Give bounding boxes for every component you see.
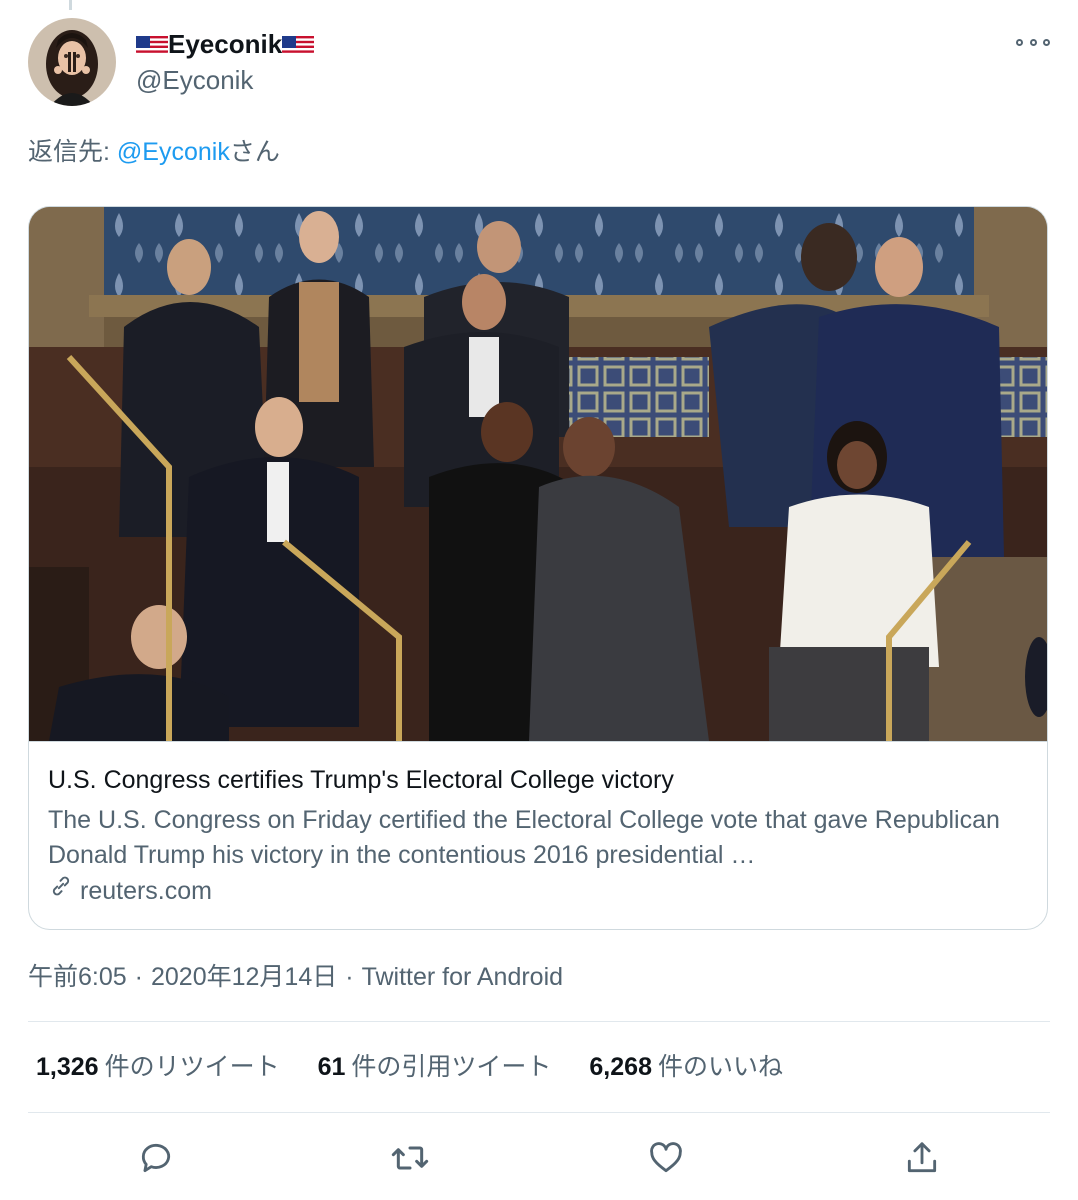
card-description: The U.S. Congress on Friday certified th… xyxy=(48,806,1000,869)
user-handle[interactable]: @Eyconik xyxy=(136,64,314,96)
separator: · xyxy=(134,963,143,991)
display-name[interactable]: Eyeconik xyxy=(168,28,282,60)
us-flag-icon xyxy=(136,33,168,55)
us-flag-icon xyxy=(282,33,315,55)
card-domain-row: reuters.com xyxy=(48,873,1028,908)
likes-stat[interactable]: 6,268 件のいいね xyxy=(589,1050,783,1084)
divider xyxy=(28,1112,1050,1113)
reply-suffix: さん xyxy=(229,138,280,166)
more-options-icon[interactable] xyxy=(1016,32,1050,52)
thread-connector-line xyxy=(69,0,72,10)
like-icon[interactable] xyxy=(642,1134,690,1182)
link-preview-card[interactable]: U.S. Congress certifies Trump's Electora… xyxy=(28,206,1048,930)
user-names: Eyeconik @Eyconik xyxy=(136,28,315,96)
share-icon[interactable] xyxy=(898,1134,946,1182)
tweet-time[interactable]: 午前6:05 xyxy=(28,963,127,991)
avatar[interactable] xyxy=(28,18,116,106)
card-domain: reuters.com xyxy=(80,876,212,905)
reply-to-line: 返信先: @Eyconikさん xyxy=(28,136,280,168)
card-text: U.S. Congress certifies Trump's Electora… xyxy=(48,763,1028,908)
reply-mention-link[interactable]: @Eyconik xyxy=(117,138,230,166)
reply-prefix: 返信先: xyxy=(28,138,117,166)
tweet-header: Eyeconik @Eyconik xyxy=(28,18,1050,108)
link-icon xyxy=(48,873,80,908)
engagement-stats: 1,326 件のリツイート 61 件の引用ツイート 6,268 件のいいね xyxy=(36,1050,821,1084)
tweet-date[interactable]: 2020年12月14日 xyxy=(151,963,337,991)
separator: · xyxy=(345,963,354,991)
card-image xyxy=(29,207,1047,742)
action-bar xyxy=(28,1128,1050,1188)
tweet-metadata: 午前6:05 · 2020年12月14日 · Twitter for Android xyxy=(28,960,563,994)
retweets-stat[interactable]: 1,326 件のリツイート xyxy=(36,1050,280,1084)
divider xyxy=(28,1021,1050,1022)
card-title: U.S. Congress certifies Trump's Electora… xyxy=(48,766,674,794)
display-name-row[interactable]: Eyeconik xyxy=(136,28,315,60)
retweet-icon[interactable] xyxy=(386,1134,434,1182)
quotes-stat[interactable]: 61 件の引用ツイート xyxy=(318,1050,552,1084)
reply-icon[interactable] xyxy=(132,1134,180,1182)
tweet-source[interactable]: Twitter for Android xyxy=(362,963,563,991)
